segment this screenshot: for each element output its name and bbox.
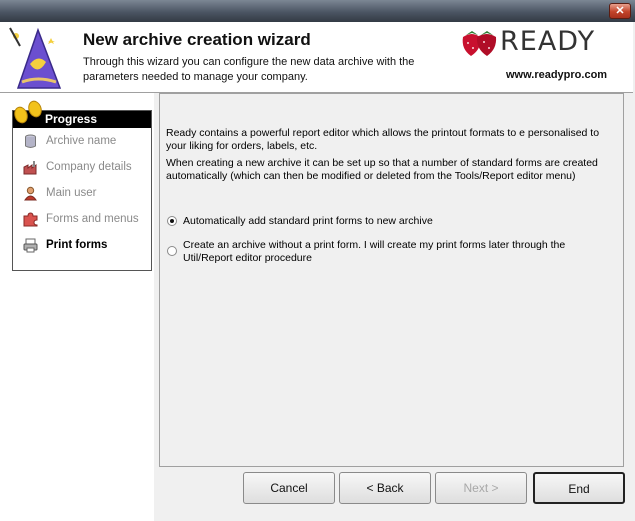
footprints-icon (14, 100, 42, 124)
wizard-hat-icon (9, 27, 62, 89)
wizard-subtitle: Through this wizard you can configure th… (83, 56, 415, 83)
progress-panel: Progress Archive name Company details Ma… (0, 93, 154, 521)
database-icon (25, 134, 36, 148)
radio-button-unchecked[interactable] (167, 246, 177, 256)
radio-button-checked[interactable] (167, 216, 177, 226)
factory-icon (23, 161, 37, 175)
ready-logo: READY (500, 26, 596, 57)
end-button[interactable]: End (533, 472, 625, 504)
step-print-forms: Print forms (19, 236, 149, 256)
back-button[interactable]: < Back (339, 472, 431, 504)
option-add-standard-forms[interactable]: Automatically add standard print forms t… (167, 215, 617, 229)
step-main-user: Main user (19, 184, 149, 204)
option-no-print-form[interactable]: Create an archive without a print form. … (167, 239, 617, 267)
window-titlebar: ✕ (0, 0, 635, 22)
step-label: Forms and menus (46, 213, 139, 225)
content-panel: Ready contains a powerful report editor … (159, 93, 624, 467)
step-forms-and-menus: Forms and menus (19, 210, 149, 230)
printer-icon (23, 238, 38, 253)
description-paragraph-2: When creating a new archive it can be se… (166, 157, 598, 182)
progress-heading-label: Progress (45, 112, 98, 126)
next-button[interactable]: Next > (435, 472, 527, 504)
step-label: Main user (46, 187, 97, 199)
steps-list: Progress Archive name Company details Ma… (12, 100, 152, 271)
wizard-header: New archive creation wizard Through this… (0, 22, 633, 93)
option-label: Automatically add standard print forms t… (183, 215, 433, 227)
wizard-window: New archive creation wizard Through this… (0, 22, 635, 521)
user-icon (24, 186, 37, 201)
description-paragraph-1: Ready contains a powerful report editor … (166, 127, 600, 152)
step-archive-name: Archive name (19, 132, 149, 152)
step-label: Company details (46, 161, 132, 173)
step-label: Archive name (46, 135, 117, 147)
option-label: Create an archive without a print form. … (183, 239, 566, 264)
button-bar: Cancel < Back Next > End (238, 472, 625, 508)
step-label: Print forms (46, 239, 108, 251)
website-link[interactable]: www.readypro.com (506, 69, 607, 81)
wizard-title: New archive creation wizard (83, 30, 311, 49)
close-window-button[interactable]: ✕ (609, 3, 631, 19)
cancel-button[interactable]: Cancel (243, 472, 335, 504)
step-company-details: Company details (19, 158, 149, 178)
puzzle-icon (23, 212, 38, 227)
